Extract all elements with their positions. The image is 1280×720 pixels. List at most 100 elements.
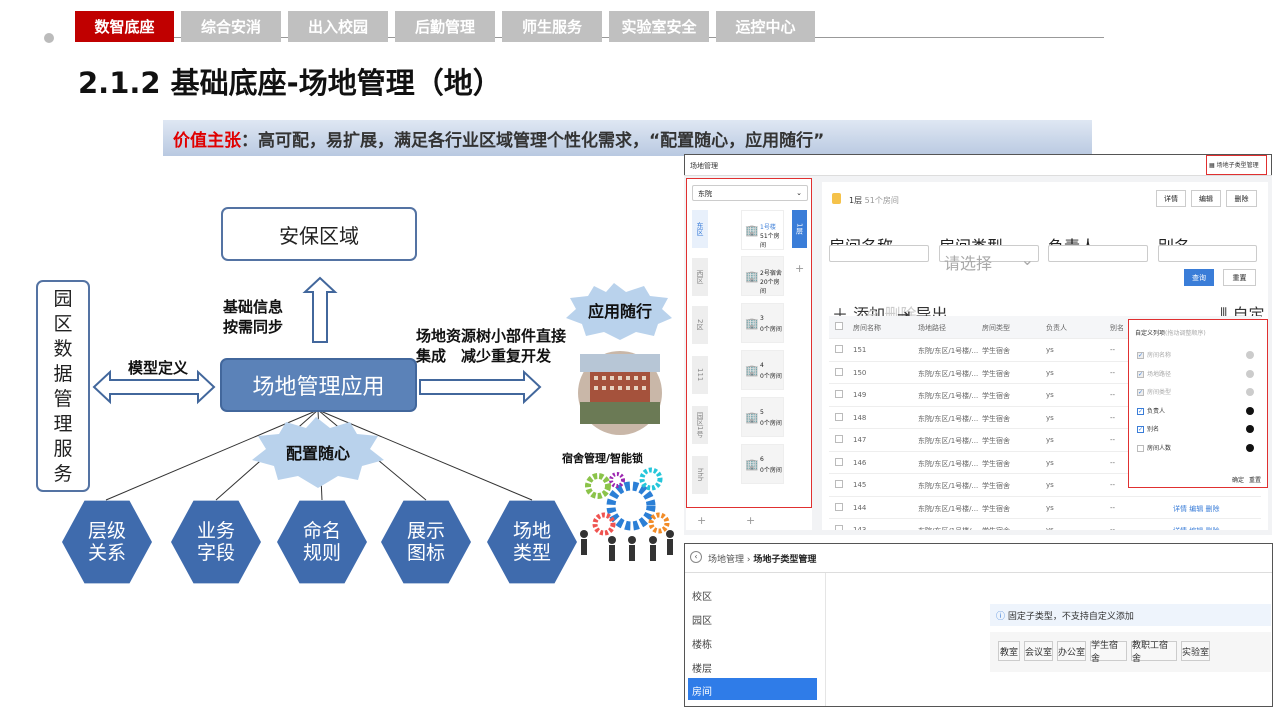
cell-owner: ys (1046, 436, 1054, 444)
building-card-3[interactable]: 🏢 3 0个房间 (741, 303, 784, 343)
cell-name: 144 (853, 503, 867, 512)
filter-room-name-input[interactable] (829, 245, 929, 262)
row-checkbox[interactable] (835, 345, 843, 353)
building-card-4[interactable]: 🏢 4 0个房间 (741, 350, 784, 390)
custom-column-checkbox[interactable]: ✓ (1137, 352, 1144, 359)
delete-button[interactable]: 删除 (1226, 190, 1257, 207)
custom-column-item[interactable]: 房间人数 (1137, 443, 1254, 455)
detail-button[interactable]: 详情 (1156, 190, 1186, 207)
row-checkbox[interactable] (835, 367, 843, 376)
cell-owner: ys (1046, 503, 1054, 512)
filter-alias-input[interactable] (1158, 245, 1257, 262)
cell-type: 学生宿舍 (982, 347, 1010, 355)
building-card-4-count: 0个房间 (760, 373, 782, 380)
building-card-5[interactable]: 🏢 5 0个房间 (741, 397, 784, 437)
row-checkbox[interactable] (835, 412, 843, 421)
side-tab-park1[interactable]: 园区1号 (692, 406, 708, 444)
tree-building[interactable]: 楼栋 (692, 636, 712, 651)
cell-type: 学生宿舍 (982, 437, 1010, 445)
building-card-6-name: 6 (760, 456, 764, 463)
add-floor-icon[interactable]: + (795, 262, 804, 275)
row-checkbox[interactable] (835, 457, 843, 466)
cell-type: 学生宿舍 (982, 392, 1010, 400)
custom-column-checkbox[interactable]: ✓ (1137, 407, 1144, 415)
custom-column-checkbox[interactable] (1137, 444, 1144, 452)
drag-handle-icon[interactable] (1246, 388, 1254, 396)
custom-column-checkbox[interactable]: ✓ (1137, 389, 1144, 396)
custom-column-item[interactable]: ✓ 房间类型 (1137, 387, 1254, 399)
row-checkbox[interactable] (835, 502, 843, 511)
drag-handle-icon[interactable] (1246, 406, 1254, 415)
tree-campus[interactable]: 校区 (692, 588, 712, 603)
row-checkbox[interactable] (835, 525, 843, 530)
cell-alias: -- (1110, 503, 1116, 512)
custom-column-checkbox[interactable]: ✓ (1137, 426, 1144, 433)
custom-popup-title-text: 自定义列项 (1135, 330, 1166, 337)
col-room-name: 房间名称 (853, 324, 881, 332)
custom-popup-ok[interactable]: 确定 (1232, 475, 1244, 484)
cell-name: 150 (853, 368, 867, 377)
tab-ops-center[interactable]: 运控中心 (716, 11, 815, 42)
col-type: 房间类型 (982, 324, 1010, 332)
back-icon[interactable]: ‹ (690, 551, 702, 563)
custom-column-item[interactable]: ✓ 负责人 (1137, 406, 1254, 418)
tree-floor[interactable]: 楼层 (692, 660, 712, 675)
floor-tab[interactable]: 1层 (792, 210, 807, 248)
hex-site-types-text: 场地 类型 (512, 520, 551, 564)
campus-select-value: 东院 (698, 190, 712, 198)
cell-name: 149 (853, 391, 867, 399)
sync-label: 基础信息 按需同步 (223, 297, 283, 337)
cell-alias: -- (1110, 368, 1116, 377)
custom-column-item[interactable]: ✓ 房间名称 (1137, 350, 1254, 362)
side-tab-west[interactable]: 西区 (692, 258, 708, 296)
building-card-1-name: 1号楼 (760, 224, 776, 231)
building-card-6[interactable]: 🏢 6 0个房间 (741, 444, 784, 484)
select-all-checkbox[interactable] (835, 322, 843, 330)
row-actions[interactable]: 详情 编辑 删除 (1173, 526, 1219, 530)
breadcrumb: 场地管理 › 场地子类型管理 (708, 552, 816, 565)
building-card-3-count: 0个房间 (760, 326, 782, 333)
campus-select[interactable]: 东院 ⌄ (692, 185, 808, 201)
side-tab-hhh[interactable]: hhh (692, 456, 708, 494)
up-arrow (302, 276, 338, 343)
cell-path: 东院/东区/1号楼/... (918, 504, 979, 513)
gears-icon (585, 467, 670, 536)
cell-name: 148 (853, 413, 867, 422)
filter-owner-input[interactable] (1048, 245, 1148, 262)
row-actions[interactable]: 详情 编辑 删除 (1173, 504, 1219, 514)
reset-button[interactable]: 重置 (1223, 269, 1256, 286)
row-checkbox[interactable] (835, 390, 843, 398)
add-building-icon[interactable]: + (746, 514, 755, 527)
drag-handle-icon[interactable] (1246, 351, 1254, 359)
side-tab-111[interactable]: 111 (692, 356, 708, 394)
breadcrumb-root[interactable]: 场地管理 (708, 555, 744, 565)
sub-type-button-label: 场地子类型管理 (1216, 162, 1259, 169)
sub-type-button[interactable]: ▦ 场地子类型管理 (1209, 160, 1259, 169)
cell-alias: -- (1110, 458, 1116, 467)
table-row[interactable]: 143 东院/东区/1号楼/... 学生宿舍 ys -- 详情 编辑 删除 (829, 518, 1261, 530)
tree-park[interactable]: 园区 (692, 612, 712, 627)
edit-button[interactable]: 编辑 (1191, 190, 1221, 207)
query-button[interactable]: 查询 (1184, 269, 1214, 286)
drag-handle-icon[interactable] (1246, 369, 1254, 378)
drag-handle-icon[interactable] (1246, 443, 1254, 452)
col-owner: 负责人 (1046, 324, 1067, 332)
custom-column-item[interactable]: ✓ 别名 (1137, 424, 1254, 436)
drag-handle-icon[interactable] (1246, 425, 1254, 433)
tree-room-selected[interactable]: 房间 (688, 678, 817, 700)
add-area-icon[interactable]: + (697, 514, 706, 527)
filter-room-type-select[interactable]: 请选择 ⌄ (939, 245, 1039, 273)
custom-column-checkbox[interactable]: ✓ (1137, 370, 1144, 378)
building-card-2[interactable]: 🏢 2号宿舍 20个房间 (741, 256, 784, 296)
custom-popup-reset[interactable]: 重置 (1249, 475, 1261, 484)
building-card-1[interactable]: 🏢 1号楼 51个房间 (741, 210, 784, 250)
row-checkbox[interactable] (835, 480, 843, 488)
filter-room-type-placeholder: 请选择 (944, 254, 993, 273)
table-row[interactable]: 144 东院/东区/1号楼/... 学生宿舍 ys -- 详情 编辑 删除 (829, 495, 1261, 518)
custom-column-item[interactable]: ✓ 场地路径 (1137, 369, 1254, 381)
side-tab-2[interactable]: 2区 (692, 306, 708, 344)
cell-path: 东院/东区/1号楼/... (918, 459, 979, 468)
side-tab-east[interactable]: 东区 (692, 210, 708, 248)
custom-column-label: 别名 (1147, 426, 1160, 433)
row-checkbox[interactable] (835, 435, 843, 443)
